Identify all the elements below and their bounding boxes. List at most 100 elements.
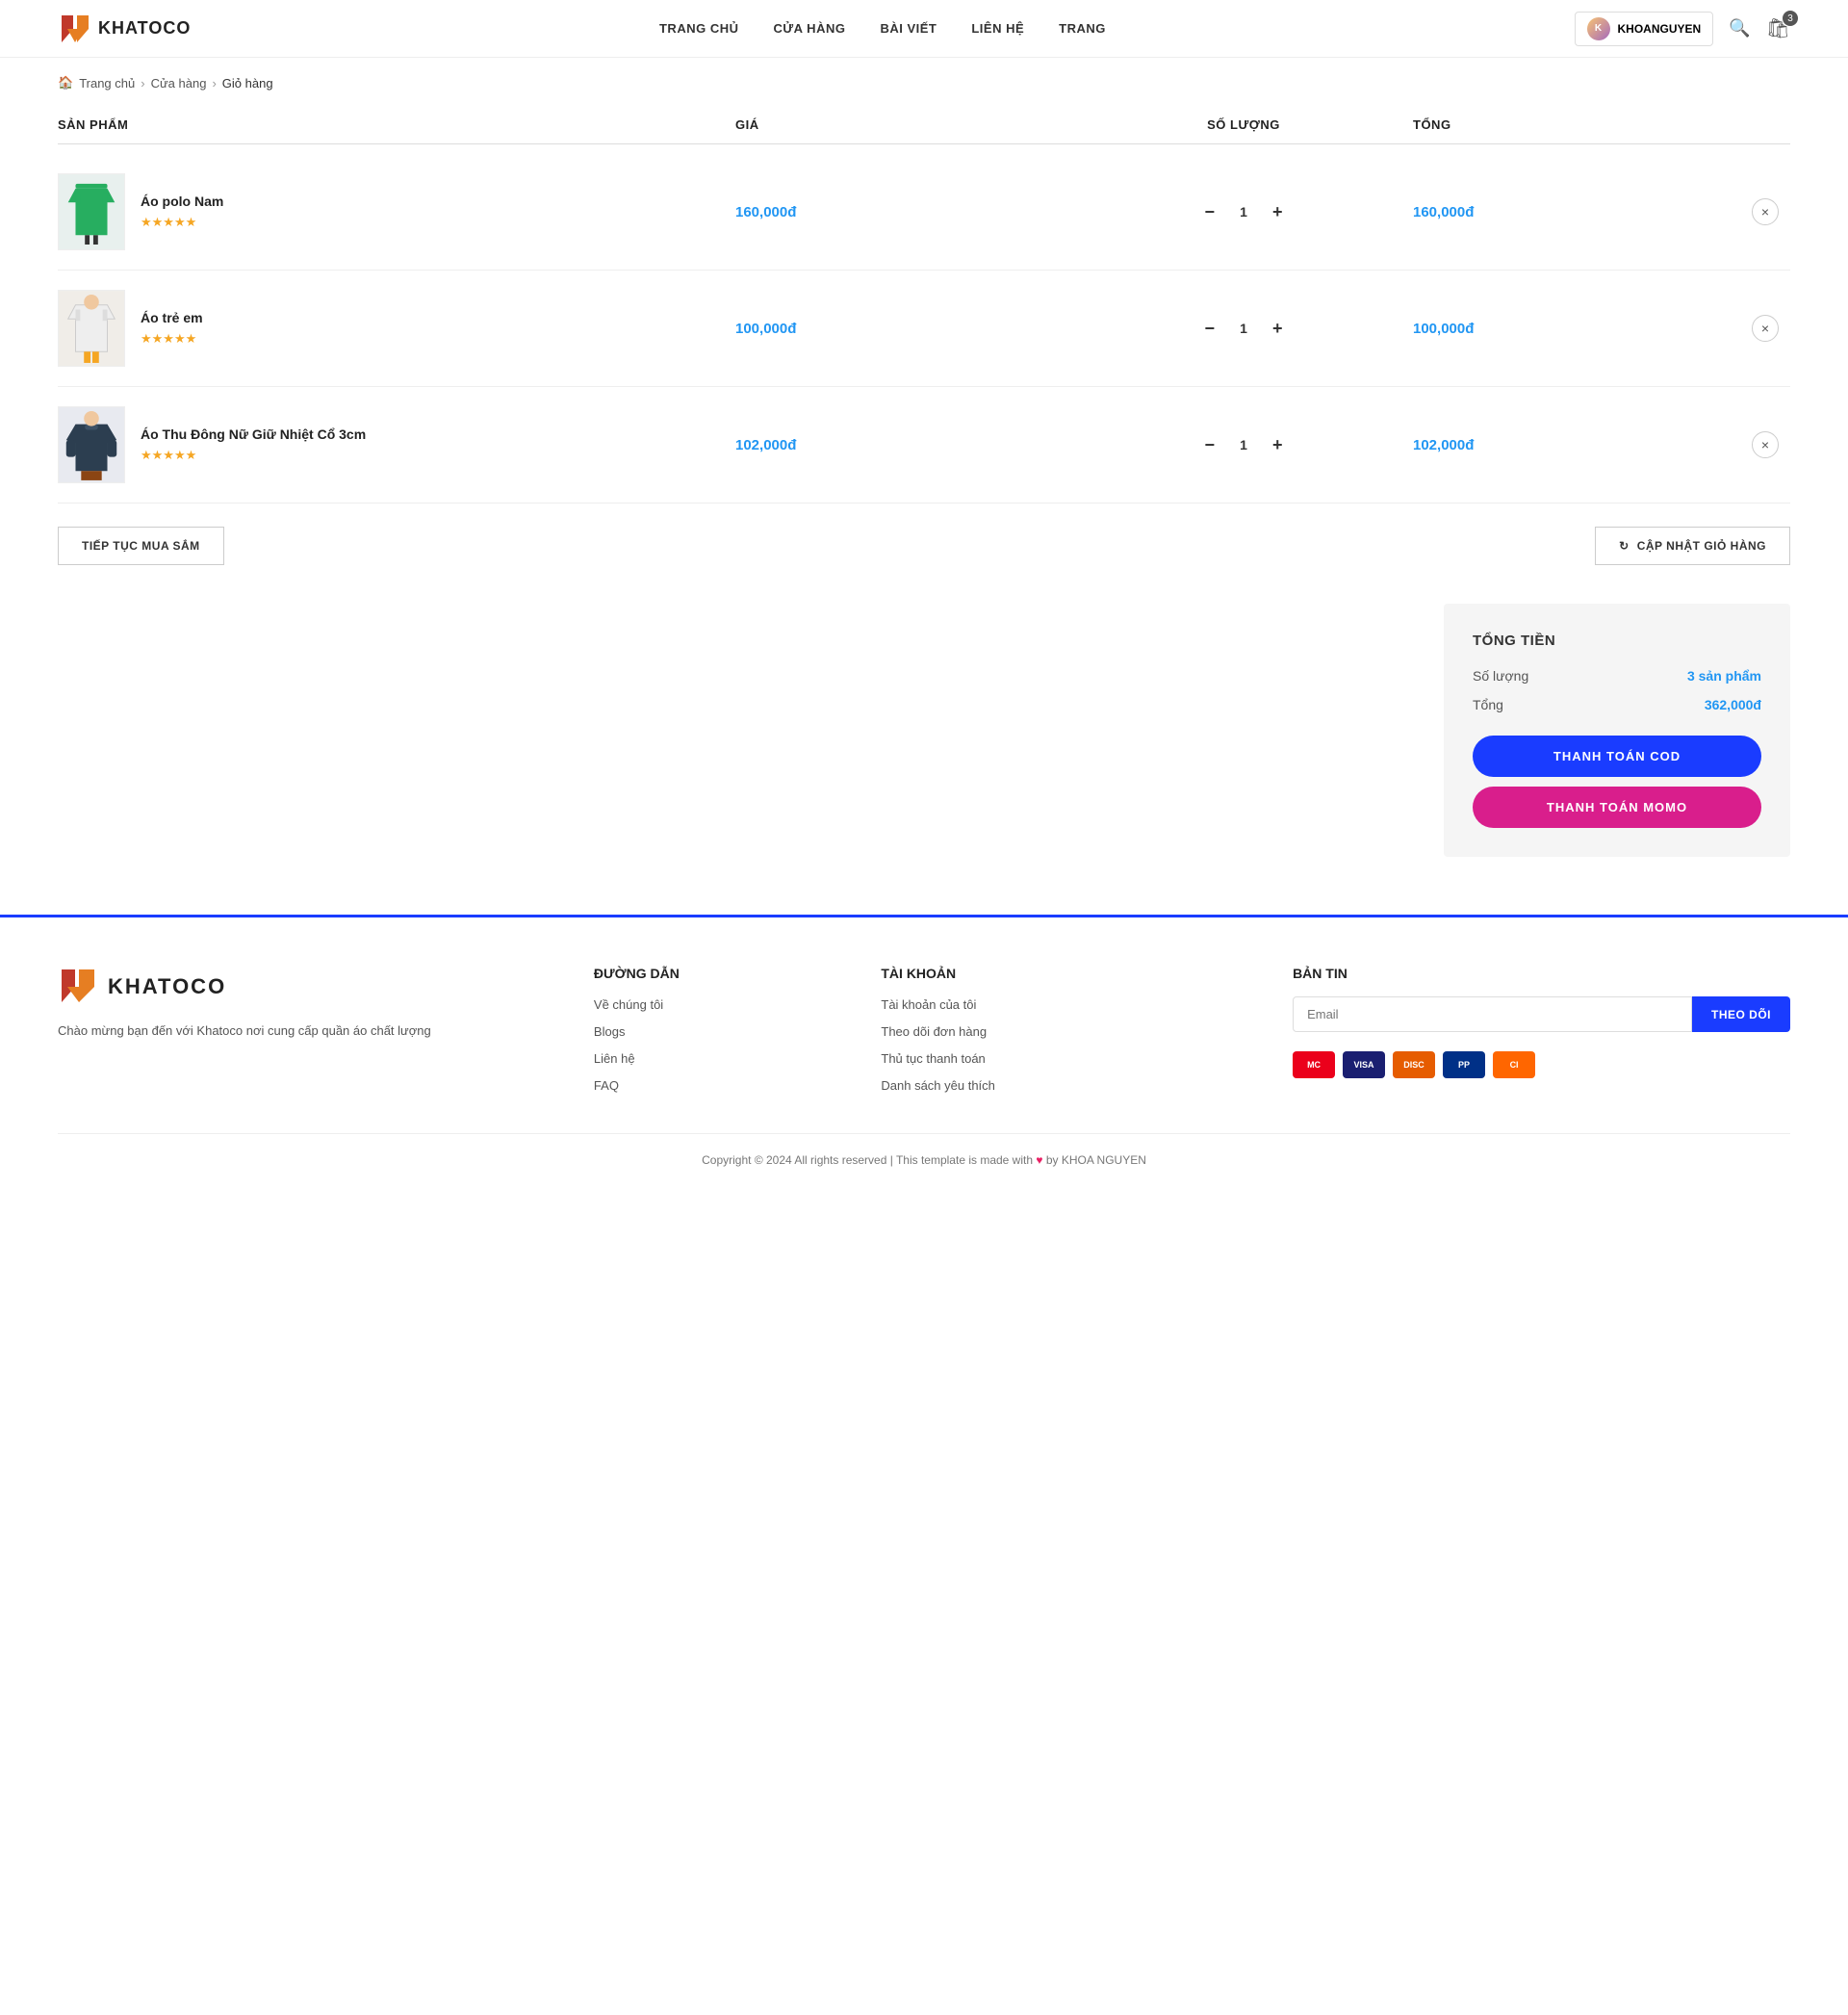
- quantity-label: Số lượng: [1473, 668, 1528, 684]
- breadcrumb-sep2: ›: [212, 76, 216, 90]
- newsletter-subscribe-button[interactable]: THEO DÕI: [1692, 996, 1790, 1032]
- footer-main: KHATOCO Chào mừng bạn đến với Khatoco nơ…: [58, 966, 1790, 1095]
- quantity-value: 3 sản phẩm: [1687, 668, 1761, 684]
- site-header: KHATOCO TRANG CHỦ CỬA HÀNG BÀI VIẾT LIÊN…: [0, 0, 1848, 58]
- footer-link-track-order[interactable]: Theo dõi đơn hàng: [881, 1024, 987, 1039]
- payment-icon-mastercard: MC: [1293, 1051, 1335, 1078]
- logo-link[interactable]: KHATOCO: [58, 12, 191, 46]
- pay-cod-button[interactable]: THANH TOÁN COD: [1473, 736, 1761, 777]
- continue-shopping-button[interactable]: TIẾP TỤC MUA SẮM: [58, 527, 224, 565]
- main-nav: TRANG CHỦ CỬA HÀNG BÀI VIẾT LIÊN HỆ TRAN…: [659, 20, 1106, 38]
- payment-icon-paypal: PP: [1443, 1051, 1485, 1078]
- remove-item-3[interactable]: ×: [1752, 431, 1779, 458]
- col-quantity: SỐ LƯỢNG: [1074, 117, 1413, 132]
- col-total: TỔNG: [1413, 117, 1752, 132]
- total-title: TỔNG TIỀN: [1473, 633, 1761, 649]
- main-content: SẢN PHẨM GIÁ SỐ LƯỢNG TỔNG: [0, 108, 1848, 915]
- nav-page[interactable]: TRANG: [1059, 21, 1106, 36]
- qty-control-2: − 1 +: [1074, 315, 1413, 343]
- breadcrumb-sep1: ›: [141, 76, 144, 90]
- payment-icon-visa: VISA: [1343, 1051, 1385, 1078]
- product-info-3: Áo Thu Đông Nữ Giữ Nhiệt Cổ 3cm ★★★★★: [58, 406, 735, 483]
- qty-decrease-1[interactable]: −: [1196, 198, 1222, 226]
- product-thumb-3: [58, 406, 125, 483]
- footer-link-blogs[interactable]: Blogs: [594, 1024, 626, 1039]
- nav-home[interactable]: TRANG CHỦ: [659, 21, 739, 36]
- breadcrumb: 🏠 Trang chủ › Cửa hàng › Giỏ hàng: [0, 58, 1848, 108]
- footer-brand-col: KHATOCO Chào mừng bạn đến với Khatoco nơ…: [58, 966, 555, 1095]
- copyright-suffix: by KHOA NGUYEN: [1046, 1153, 1146, 1167]
- product-name-1: Áo polo Nam: [141, 194, 223, 209]
- footer-newsletter-col: BẢN TIN THEO DÕI MC VISA DISC PP CI: [1293, 966, 1790, 1095]
- total-label: Tổng: [1473, 697, 1503, 712]
- total-value: 362,000đ: [1705, 697, 1761, 712]
- qty-value-2: 1: [1234, 321, 1253, 336]
- qty-control-3: − 1 +: [1074, 431, 1413, 459]
- cart-button[interactable]: 🛍 3: [1766, 16, 1790, 40]
- footer-guide-col: ĐƯỜNG DẪN Về chúng tôi Blogs Liên hệ FAQ: [594, 966, 842, 1095]
- header-right: K KHOANGUYEN 🔍 🛍 3: [1575, 12, 1790, 46]
- qty-decrease-2[interactable]: −: [1196, 315, 1222, 343]
- site-footer: KHATOCO Chào mừng bạn đến với Khatoco nơ…: [0, 915, 1848, 1196]
- qty-value-3: 1: [1234, 437, 1253, 452]
- product-thumb-1: [58, 173, 125, 250]
- footer-newsletter-title: BẢN TIN: [1293, 966, 1790, 981]
- breadcrumb-current: Giỏ hàng: [222, 76, 273, 90]
- product-info-2: Áo trẻ em ★★★★★: [58, 290, 735, 367]
- footer-guide-title: ĐƯỜNG DẪN: [594, 966, 842, 981]
- footer-account-links: Tài khoản của tôi Theo dõi đơn hàng Thủ …: [881, 996, 1254, 1095]
- heart-icon: ♥: [1036, 1153, 1045, 1167]
- product-stars-3: ★★★★★: [141, 448, 366, 463]
- pay-momo-button[interactable]: THANH TOÁN MOMO: [1473, 787, 1761, 828]
- footer-link-checkout[interactable]: Thủ tục thanh toán: [881, 1051, 985, 1066]
- qty-value-1: 1: [1234, 204, 1253, 220]
- qty-increase-1[interactable]: +: [1265, 198, 1291, 226]
- footer-link-wishlist[interactable]: Danh sách yêu thích: [881, 1078, 995, 1093]
- product-name-3: Áo Thu Đông Nữ Giữ Nhiệt Cổ 3cm: [141, 426, 366, 442]
- cart-table-header: SẢN PHẨM GIÁ SỐ LƯỢNG TỔNG: [58, 117, 1790, 144]
- col-product: SẢN PHẨM: [58, 117, 735, 132]
- nav-contact[interactable]: LIÊN HỆ: [971, 21, 1024, 36]
- footer-link-about[interactable]: Về chúng tôi: [594, 997, 663, 1012]
- product-info-1: Áo polo Nam ★★★★★: [58, 173, 735, 250]
- product-details-1: Áo polo Nam ★★★★★: [141, 194, 223, 230]
- footer-logo-icon: [58, 966, 100, 1008]
- footer-link-faq[interactable]: FAQ: [594, 1078, 619, 1093]
- avatar: K: [1587, 17, 1610, 40]
- qty-decrease-3[interactable]: −: [1196, 431, 1222, 459]
- product-stars-1: ★★★★★: [141, 215, 223, 230]
- newsletter-email-input[interactable]: [1293, 996, 1692, 1032]
- product-name-2: Áo trẻ em: [141, 310, 203, 325]
- product-stars-2: ★★★★★: [141, 331, 203, 347]
- table-row: Áo polo Nam ★★★★★ 160,000đ − 1 + 160,000…: [58, 154, 1790, 271]
- footer-account-title: TÀI KHOẢN: [881, 966, 1254, 981]
- product-price-1: 160,000đ: [735, 204, 1074, 220]
- footer-logo-text: KHATOCO: [108, 974, 226, 999]
- qty-increase-3[interactable]: +: [1265, 431, 1291, 459]
- newsletter-form: THEO DÕI: [1293, 996, 1790, 1032]
- nav-blog[interactable]: BÀI VIẾT: [880, 21, 937, 36]
- qty-control-1: − 1 +: [1074, 198, 1413, 226]
- logo-text: KHATOCO: [98, 18, 191, 39]
- footer-link-contact[interactable]: Liên hệ: [594, 1051, 635, 1066]
- remove-item-2[interactable]: ×: [1752, 315, 1779, 342]
- product-total-2: 100,000đ: [1413, 321, 1752, 337]
- remove-item-1[interactable]: ×: [1752, 198, 1779, 225]
- user-button[interactable]: K KHOANGUYEN: [1575, 12, 1714, 46]
- footer-link-myaccount[interactable]: Tài khoản của tôi: [881, 997, 976, 1012]
- copyright-text: Copyright © 2024 All rights reserved | T…: [702, 1153, 1033, 1167]
- qty-increase-2[interactable]: +: [1265, 315, 1291, 343]
- search-button[interactable]: 🔍: [1729, 18, 1750, 39]
- product-details-2: Áo trẻ em ★★★★★: [141, 310, 203, 347]
- total-box: TỔNG TIỀN Số lượng 3 sản phẩm Tổng 362,0…: [1444, 604, 1790, 857]
- breadcrumb-store-link[interactable]: Cửa hàng: [151, 76, 207, 90]
- product-price-2: 100,000đ: [735, 321, 1074, 337]
- breadcrumb-home-link[interactable]: Trang chủ: [79, 76, 135, 90]
- cart-badge: 3: [1783, 11, 1798, 26]
- nav-store[interactable]: CỬA HÀNG: [773, 21, 845, 36]
- col-action: [1752, 117, 1790, 132]
- product-thumb-2: [58, 290, 125, 367]
- update-cart-button[interactable]: ↻ CẬP NHẬT GIỎ HÀNG: [1595, 527, 1790, 565]
- refresh-icon: ↻: [1619, 539, 1630, 553]
- username-label: KHOANGUYEN: [1618, 22, 1702, 36]
